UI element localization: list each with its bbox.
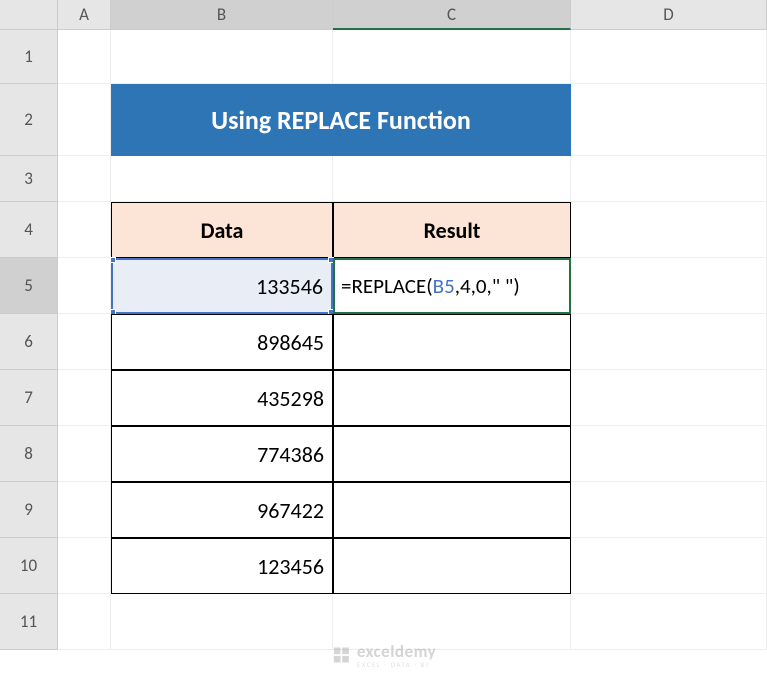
row-header-2[interactable]: 2	[0, 84, 58, 156]
cell-c8[interactable]	[333, 426, 571, 482]
cell-d11[interactable]	[571, 594, 767, 650]
cell-d1[interactable]	[571, 30, 767, 84]
cell-c7[interactable]	[333, 370, 571, 426]
cell-b5-value: 133546	[256, 273, 323, 300]
cell-b10[interactable]: 123456	[111, 538, 333, 594]
select-all-corner[interactable]	[0, 0, 58, 30]
row-header-9[interactable]: 9	[0, 482, 58, 538]
cell-a5[interactable]	[58, 258, 111, 314]
col-header-d[interactable]: D	[571, 0, 767, 30]
cell-b9[interactable]: 967422	[111, 482, 333, 538]
cell-c1[interactable]	[333, 30, 571, 84]
watermark-sub: EXCEL · DATA · BI	[357, 660, 436, 669]
ref-handle-icon	[110, 257, 116, 263]
cell-d9[interactable]	[571, 482, 767, 538]
row-header-3[interactable]: 3	[0, 156, 58, 202]
formula-close: )	[513, 273, 519, 299]
cell-d8[interactable]	[571, 426, 767, 482]
col-header-b[interactable]: B	[111, 0, 333, 30]
cell-a8[interactable]	[58, 426, 111, 482]
cell-c5-formula[interactable]: =REPLACE(B5,4,0," ")	[333, 258, 571, 314]
watermark-logo-icon	[331, 645, 351, 665]
watermark: exceldemy EXCEL · DATA · BI	[331, 641, 436, 669]
cell-d5[interactable]	[571, 258, 767, 314]
formula-eq: =	[341, 273, 351, 299]
cell-b5[interactable]: 133546	[111, 258, 333, 314]
cell-d3[interactable]	[571, 156, 767, 202]
row-header-11[interactable]: 11	[0, 594, 58, 650]
cell-c9[interactable]	[333, 482, 571, 538]
title-banner: Using REPLACE Function	[111, 84, 571, 156]
cell-a7[interactable]	[58, 370, 111, 426]
row-header-5[interactable]: 5	[0, 258, 58, 314]
row-header-4[interactable]: 4	[0, 202, 58, 258]
spreadsheet-grid: A B C D 1 2 Using REPLACE Function 3 4 D…	[0, 0, 767, 650]
cell-d10[interactable]	[571, 538, 767, 594]
cell-b1[interactable]	[111, 30, 333, 84]
cell-d2[interactable]	[571, 84, 767, 156]
cell-c3[interactable]	[333, 156, 571, 202]
row-header-6[interactable]: 6	[0, 314, 58, 370]
cell-a4[interactable]	[58, 202, 111, 258]
cell-c10[interactable]	[333, 538, 571, 594]
formula-ref: B5	[433, 273, 455, 299]
cell-a2[interactable]	[58, 84, 111, 156]
cell-a11[interactable]	[58, 594, 111, 650]
cell-a6[interactable]	[58, 314, 111, 370]
row-header-7[interactable]: 7	[0, 370, 58, 426]
cell-a9[interactable]	[58, 482, 111, 538]
header-data[interactable]: Data	[111, 202, 333, 258]
cell-b3[interactable]	[111, 156, 333, 202]
cell-d7[interactable]	[571, 370, 767, 426]
cell-d6[interactable]	[571, 314, 767, 370]
row-header-8[interactable]: 8	[0, 426, 58, 482]
cell-c6[interactable]	[333, 314, 571, 370]
col-header-c[interactable]: C	[333, 0, 571, 30]
row-header-1[interactable]: 1	[0, 30, 58, 84]
cell-a10[interactable]	[58, 538, 111, 594]
watermark-text: exceldemy	[357, 641, 436, 662]
cell-b6[interactable]: 898645	[111, 314, 333, 370]
formula-fn: REPLACE	[351, 273, 426, 299]
header-result[interactable]: Result	[333, 202, 571, 258]
row-header-10[interactable]: 10	[0, 538, 58, 594]
cell-a3[interactable]	[58, 156, 111, 202]
cell-d4[interactable]	[571, 202, 767, 258]
cell-b7[interactable]: 435298	[111, 370, 333, 426]
cell-b8[interactable]: 774386	[111, 426, 333, 482]
cell-b11[interactable]	[111, 594, 333, 650]
col-header-a[interactable]: A	[58, 0, 111, 30]
cell-a1[interactable]	[58, 30, 111, 84]
formula-rest: ,4,0," "	[455, 273, 514, 299]
